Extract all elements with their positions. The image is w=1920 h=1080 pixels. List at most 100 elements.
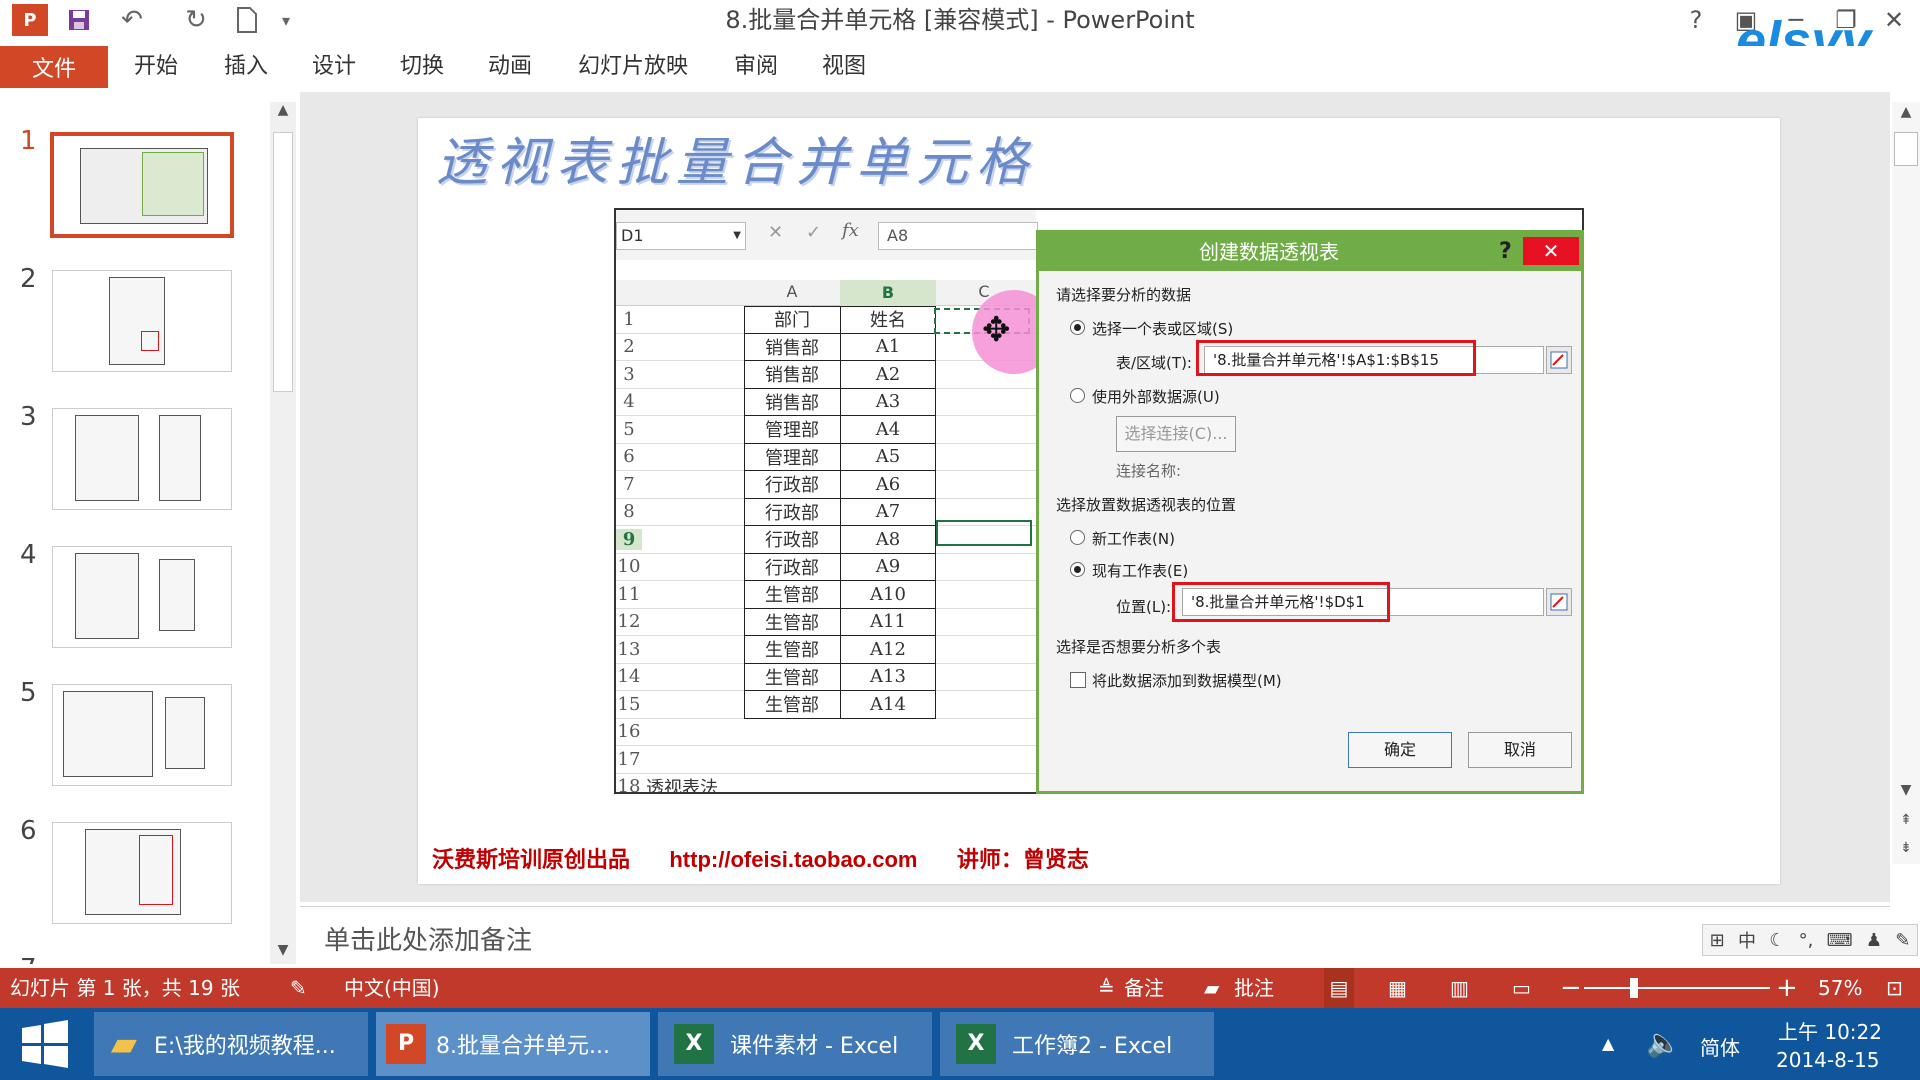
notes-icon[interactable]: ≜ — [1098, 968, 1115, 1008]
slide-title[interactable]: 透视表批量合并单元格 — [436, 120, 1036, 195]
slide-thumbnail-4[interactable] — [52, 546, 232, 648]
cell-dept[interactable]: 透视表法 — [646, 774, 846, 792]
ime-keyboard-icon[interactable]: ⌨ — [1827, 930, 1853, 951]
volume-icon[interactable]: 🔈 — [1646, 1026, 1681, 1059]
cell-name[interactable]: A11 — [840, 611, 936, 632]
cell-name[interactable]: A9 — [840, 556, 936, 577]
tab-transitions[interactable]: 切换 — [400, 46, 444, 88]
ok-button[interactable]: 确定 — [1348, 732, 1452, 768]
redo-icon[interactable]: ↻ — [178, 4, 214, 36]
ime-chinese-mode[interactable]: 中 — [1738, 927, 1756, 953]
notes-placeholder[interactable]: 单击此处添加备注 — [324, 920, 532, 957]
slide-thumbnail-1[interactable] — [50, 132, 234, 238]
cell-name[interactable]: 姓名 — [840, 306, 936, 332]
scroll-up-icon[interactable]: ▲ — [1896, 104, 1916, 120]
zoom-out-icon[interactable]: − — [1560, 968, 1582, 1008]
normal-view-icon[interactable]: ▤ — [1324, 968, 1354, 1008]
dialog-close-icon[interactable]: ✕ — [1523, 237, 1579, 265]
cell-name[interactable]: A1 — [840, 336, 936, 357]
tab-insert[interactable]: 插入 — [224, 46, 268, 88]
ime-toolbar[interactable]: ⊞ 中 ☾ °, ⌨ ♟ ✎ — [1702, 924, 1918, 956]
cell-name[interactable]: A3 — [840, 391, 936, 412]
scroll-thumb[interactable] — [273, 132, 293, 392]
zoom-slider[interactable] — [1584, 987, 1770, 989]
cell-name[interactable]: A8 — [840, 529, 936, 550]
cell-dept[interactable]: 生管部 — [744, 636, 840, 662]
comments-icon[interactable]: ▰ — [1204, 968, 1219, 1008]
tray-ime[interactable]: 简体 — [1700, 1032, 1740, 1061]
radio-existing-sheet[interactable] — [1070, 562, 1085, 577]
tab-file[interactable]: 文件 — [0, 46, 108, 88]
help-button[interactable]: ? — [1676, 4, 1716, 36]
save-icon[interactable] — [62, 4, 96, 36]
cell-dept[interactable]: 行政部 — [744, 499, 840, 525]
cell-name[interactable]: A2 — [840, 364, 936, 385]
choose-connection-button[interactable]: 选择连接(C)... — [1116, 416, 1236, 452]
cell-name[interactable]: A14 — [840, 694, 936, 715]
cell-dept[interactable]: 生管部 — [744, 609, 840, 635]
editor-scrollbar[interactable]: ▲ ▼ ⇞ ⇟ — [1892, 102, 1920, 864]
cell-name[interactable]: A13 — [840, 666, 936, 687]
slide-footer[interactable]: 沃费斯培训原创出品 http://ofeisi.taobao.com 讲师：曾贤… — [432, 842, 1089, 874]
cell-dept[interactable]: 行政部 — [744, 471, 840, 497]
prev-slide-icon[interactable]: ⇞ — [1896, 812, 1916, 828]
taskbar-explorer[interactable]: ▰ E:\我的视频教程... — [94, 1012, 368, 1076]
cell-dept[interactable]: 生管部 — [744, 691, 840, 717]
slide-thumbnail-6[interactable] — [52, 822, 232, 924]
slideshow-view-icon[interactable]: ▭ — [1512, 968, 1531, 1008]
ime-user-icon[interactable]: ♟ — [1866, 930, 1882, 951]
reading-view-icon[interactable]: ▥ — [1450, 968, 1469, 1008]
radio-select-range[interactable] — [1070, 320, 1085, 335]
ime-moon-icon[interactable]: ☾ — [1769, 930, 1785, 951]
cell-dept[interactable]: 销售部 — [744, 334, 840, 360]
cell-dept[interactable]: 行政部 — [744, 554, 840, 580]
cell-dept[interactable]: 生管部 — [744, 664, 840, 690]
cancel-button[interactable]: 取消 — [1468, 732, 1572, 768]
ime-punct-icon[interactable]: °, — [1799, 930, 1814, 951]
slide-thumbnail-2[interactable] — [52, 270, 232, 372]
slide-thumbnail-3[interactable] — [52, 408, 232, 510]
cell-name[interactable]: A4 — [840, 419, 936, 440]
spellcheck-icon[interactable]: ✎ — [290, 968, 307, 1008]
cell-dept[interactable]: 部门 — [744, 306, 840, 332]
notes-toggle[interactable]: 备注 — [1124, 968, 1164, 1008]
undo-icon[interactable]: ↶ — [110, 4, 154, 36]
cell-dept[interactable]: 销售部 — [744, 361, 840, 387]
taskbar-excel-1[interactable]: X 课件素材 - Excel — [658, 1012, 932, 1076]
ime-logo-icon[interactable]: ⊞ — [1710, 930, 1725, 951]
cell-name[interactable]: A6 — [840, 474, 936, 495]
customize-qat-icon[interactable]: ▾ — [276, 4, 296, 36]
cell-name[interactable]: A7 — [840, 501, 936, 522]
scroll-down-icon[interactable]: ▼ — [273, 942, 293, 964]
zoom-in-icon[interactable]: + — [1776, 968, 1798, 1008]
cell-name[interactable]: A10 — [840, 584, 936, 605]
language-status[interactable]: 中文(中国) — [344, 968, 440, 1008]
cell-dept[interactable]: 生管部 — [744, 581, 840, 607]
slide-thumbnail-5[interactable] — [52, 684, 232, 786]
new-file-icon[interactable] — [230, 4, 264, 36]
zoom-slider-thumb[interactable] — [1630, 978, 1638, 998]
cell-name[interactable]: A12 — [840, 639, 936, 660]
range-picker-icon[interactable] — [1546, 346, 1572, 374]
notes-pane[interactable] — [300, 906, 1890, 966]
tab-animations[interactable]: 动画 — [488, 46, 532, 88]
scroll-up-icon[interactable]: ▲ — [273, 102, 293, 124]
next-slide-icon[interactable]: ⇟ — [1896, 840, 1916, 856]
scroll-down-icon[interactable]: ▼ — [1896, 782, 1916, 798]
tab-design[interactable]: 设计 — [312, 46, 356, 88]
clock-time[interactable]: 上午 10:22 — [1778, 1016, 1882, 1045]
clock-date[interactable]: 2014-8-15 — [1776, 1048, 1880, 1072]
comments-toggle[interactable]: 批注 — [1234, 968, 1274, 1008]
cell-dept[interactable]: 管理部 — [744, 444, 840, 470]
add-data-model-checkbox[interactable] — [1070, 672, 1086, 688]
radio-external-source[interactable] — [1070, 388, 1085, 403]
tab-view[interactable]: 视图 — [822, 46, 866, 88]
scroll-thumb[interactable] — [1894, 132, 1918, 166]
radio-new-sheet[interactable] — [1070, 530, 1085, 545]
ime-tools-icon[interactable]: ✎ — [1895, 930, 1910, 951]
thumbnail-scrollbar[interactable]: ▲ ▼ — [270, 102, 296, 964]
close-icon[interactable]: ✕ — [1874, 4, 1914, 36]
zoom-level[interactable]: 57% — [1818, 968, 1862, 1008]
cell-dept[interactable]: 管理部 — [744, 416, 840, 442]
location-picker-icon[interactable] — [1546, 588, 1572, 616]
